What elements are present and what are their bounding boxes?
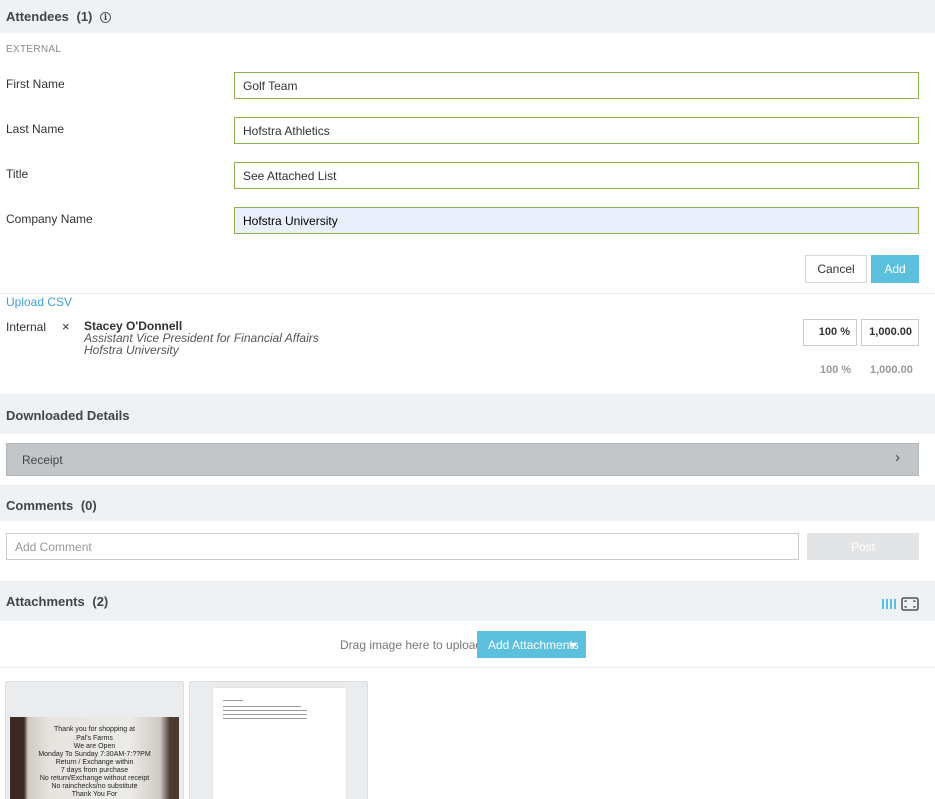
first-name-field[interactable] — [234, 72, 919, 99]
receipt-line: We are Open — [73, 743, 116, 750]
receipt-line: Pal's Farms — [76, 735, 113, 742]
receipt-line: No return/Exchange without receipt — [39, 775, 150, 782]
add-button[interactable]: Add — [871, 255, 919, 283]
add-attachments-label: Add Attachments — [488, 637, 579, 652]
doc-line — [223, 710, 307, 711]
doc-line — [223, 714, 307, 715]
company-name-field[interactable] — [234, 207, 919, 234]
internal-label: Internal — [6, 320, 47, 334]
receipt-line: Thank You For — [71, 791, 118, 798]
total-amount: 1,000.00 — [870, 364, 913, 376]
fullscreen-icon[interactable] — [901, 597, 919, 611]
close-icon[interactable]: × — [62, 319, 70, 334]
receipt-photo-thumbnail: Thank you for shopping at Pal's Farms We… — [10, 717, 179, 799]
grid-view-icon[interactable] — [881, 597, 897, 611]
attachments-header — [0, 581, 935, 621]
title-label: Title — [6, 167, 29, 181]
receipt-line: No rainchecks/no substitute — [51, 783, 138, 790]
chevron-right-icon: › — [895, 449, 900, 466]
comments-count: (0) — [80, 498, 97, 513]
last-name-label: Last Name — [6, 122, 65, 136]
upload-csv-link[interactable]: Upload CSV — [6, 295, 72, 309]
comments-header — [0, 485, 935, 521]
downloaded-details-title: Downloaded Details — [6, 408, 130, 423]
divider — [0, 667, 935, 668]
attendee-percent-input[interactable]: 100 % — [803, 319, 857, 346]
total-percent: 100 % — [820, 364, 852, 376]
receipt-line: 7 days from purchase — [60, 767, 129, 774]
title-field[interactable] — [234, 162, 919, 189]
external-label: EXTERNAL — [6, 44, 62, 55]
first-name-label: First Name — [6, 77, 65, 91]
attachments-title: Attachments (2) — [6, 594, 109, 609]
attendee-org: Hofstra University — [84, 343, 179, 357]
doc-line — [223, 718, 307, 719]
divider — [0, 293, 935, 294]
attendees-header — [0, 0, 935, 33]
downloaded-details-header — [0, 394, 935, 434]
receipt-row[interactable]: Receipt › — [6, 443, 919, 476]
caret-down-icon — [569, 643, 577, 648]
add-attachments-button[interactable]: Add Attachments — [477, 631, 586, 658]
last-name-field[interactable] — [234, 117, 919, 144]
attendees-title: Attendees (1) — [6, 9, 93, 24]
attachment-card[interactable] — [189, 681, 368, 799]
comment-input[interactable] — [6, 533, 799, 560]
receipt-line: Return / Exchange within — [55, 759, 134, 766]
receipt-label: Receipt — [22, 453, 63, 467]
info-icon[interactable]: i — [100, 12, 111, 23]
attachments-count: (2) — [92, 594, 109, 609]
attachment-card[interactable]: Thank you for shopping at Pal's Farms We… — [5, 681, 184, 799]
cancel-button[interactable]: Cancel — [805, 255, 867, 283]
doc-line — [223, 700, 243, 701]
receipt-line: Monday To Sunday 7:30AM-7:??PM — [38, 751, 151, 758]
attendee-amount-input[interactable]: 1,000.00 — [861, 319, 919, 346]
document-thumbnail — [212, 687, 347, 799]
post-button[interactable]: Post — [807, 533, 919, 560]
drag-upload-text: Drag image here to upload — [340, 638, 483, 652]
comments-title: Comments (0) — [6, 498, 97, 513]
receipt-line: Thank you for shopping at — [54, 726, 135, 733]
doc-line — [223, 706, 301, 707]
attendees-count: (1) — [76, 9, 93, 24]
company-name-label: Company Name — [6, 212, 93, 226]
